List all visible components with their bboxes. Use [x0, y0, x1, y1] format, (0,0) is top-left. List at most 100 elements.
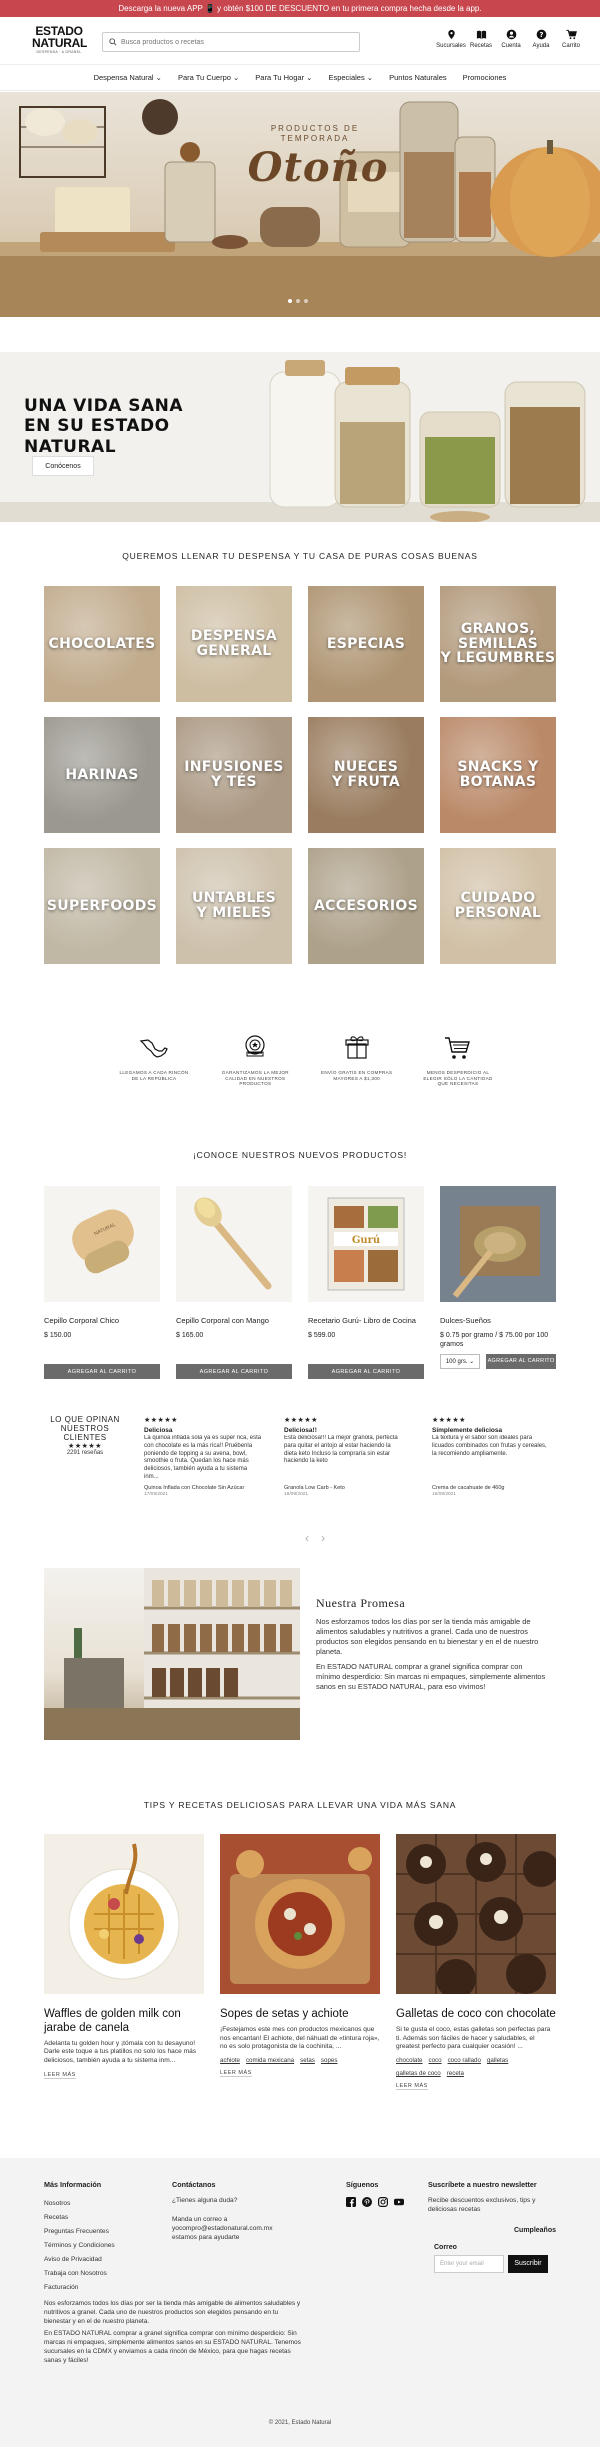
- blog-tag[interactable]: coco: [429, 2057, 442, 2064]
- product-image[interactable]: [440, 1186, 556, 1302]
- blog-tag[interactable]: galletas de coco: [396, 2070, 441, 2077]
- nav-item-despensa-natural[interactable]: Despensa Natural ⌄: [94, 73, 162, 82]
- variant-select[interactable]: 100 grs. ⌄: [440, 1354, 480, 1369]
- blog-image[interactable]: [220, 1834, 380, 1994]
- header-link-recetas[interactable]: Recetas: [470, 29, 492, 49]
- product-name[interactable]: Recetario Gurú- Libro de Cocina: [308, 1316, 424, 1332]
- category-tile-snacks[interactable]: SNACKS Y BOTANAS: [440, 717, 556, 833]
- header-link-sucursales[interactable]: Sucursales: [436, 29, 466, 49]
- nav-item-promociones[interactable]: Promociones: [463, 73, 507, 82]
- newsletter-email-input[interactable]: Enter your email: [434, 2254, 504, 2273]
- product-grid: NATURAL Cepillo Corporal Chico $ 150.00 …: [44, 1186, 556, 1379]
- product-image[interactable]: NATURAL: [44, 1186, 160, 1302]
- footer-link-trabaja[interactable]: Trabaja con Nosotros: [44, 2267, 154, 2281]
- blog-tag[interactable]: setas: [300, 2057, 315, 2064]
- blog-tag[interactable]: receta: [447, 2070, 464, 2077]
- chevron-left-icon[interactable]: ‹: [305, 1531, 309, 1545]
- product-card[interactable]: NATURAL Cepillo Corporal Chico $ 150.00 …: [44, 1186, 160, 1379]
- blog-card[interactable]: Waffles de golden milk con jarabe de can…: [44, 1834, 204, 2090]
- nav-item-para-tu-hogar[interactable]: Para Tu Hogar ⌄: [255, 73, 312, 82]
- add-to-cart-button[interactable]: AGREGAR AL CARRITO: [308, 1364, 424, 1379]
- footer-link-facturacion[interactable]: Facturación: [44, 2281, 154, 2295]
- product-name[interactable]: Cepillo Corporal Chico: [44, 1316, 160, 1332]
- blog-image[interactable]: [396, 1834, 556, 1994]
- blog-tag[interactable]: galletas: [487, 2057, 508, 2064]
- read-more-link[interactable]: LEER MÁS: [44, 2072, 76, 2079]
- add-to-cart-button[interactable]: AGREGAR AL CARRITO: [176, 1364, 292, 1379]
- blog-title[interactable]: Waffles de golden milk con jarabe de can…: [44, 2008, 204, 2036]
- category-tile-cuidado-personal[interactable]: CUIDADO PERSONAL: [440, 848, 556, 964]
- category-tile-superfoods[interactable]: SUPERFOODS: [44, 848, 160, 964]
- add-to-cart-button[interactable]: AGREGAR AL CARRITO: [486, 1354, 556, 1369]
- product-name[interactable]: Dulces-Sueños: [440, 1316, 556, 1332]
- instagram-icon[interactable]: [378, 2197, 388, 2207]
- header-icons: Sucursales Recetas Cuenta ? Ayuda Carrit…: [436, 29, 582, 49]
- blog-title[interactable]: Galletas de coco con chocolate: [396, 2008, 556, 2022]
- footer-link-terminos[interactable]: Términos y Condiciones: [44, 2239, 154, 2253]
- youtube-icon[interactable]: [394, 2197, 404, 2207]
- blog-image[interactable]: [44, 1834, 204, 1994]
- hero-slideshow[interactable]: PRODUCTOS DE TEMPORADA Otoño: [0, 92, 600, 317]
- user-icon: [506, 29, 516, 40]
- add-to-cart-button[interactable]: AGREGAR AL CARRITO: [44, 1364, 160, 1379]
- read-more-link[interactable]: LEER MÁS: [220, 2070, 252, 2077]
- subscribe-button[interactable]: Suscribir: [508, 2254, 548, 2273]
- category-tile-chocolates[interactable]: CHOCOLATES: [44, 586, 160, 702]
- chevron-right-icon[interactable]: ›: [321, 1531, 325, 1545]
- category-tile-especias[interactable]: ESPECIAS: [308, 586, 424, 702]
- blog-tag[interactable]: chocolate: [396, 2057, 423, 2064]
- blog-card[interactable]: Sopes de setas y achiote ¡Festejamos est…: [220, 1834, 380, 2090]
- nav-item-puntos-naturales[interactable]: Puntos Naturales: [389, 73, 447, 82]
- blog-tag[interactable]: comida mexicana: [246, 2057, 294, 2064]
- review-product-link[interactable]: Granola Low Carb - Keto: [284, 1485, 402, 1491]
- blog-tag[interactable]: sopes: [321, 2057, 338, 2064]
- product-card[interactable]: Cepillo Corporal con Mango $ 165.00 AGRE…: [176, 1186, 292, 1379]
- search-input[interactable]: [121, 38, 351, 46]
- product-image[interactable]: Gurú: [308, 1186, 424, 1302]
- search-bar[interactable]: [102, 32, 360, 52]
- blog-tag[interactable]: coco rallado: [448, 2057, 481, 2064]
- footer-link-faq[interactable]: Preguntas Frecuentes: [44, 2225, 154, 2239]
- footer-contact-column: Contáctanos ¿Tienes alguna duda? Manda u…: [172, 2180, 292, 2243]
- category-tile-despensa-general[interactable]: DESPENSA GENERAL: [176, 586, 292, 702]
- category-tile-untables[interactable]: UNTABLES Y MIELES: [176, 848, 292, 964]
- pantry-shelf-image: [44, 1568, 300, 1740]
- product-image[interactable]: [176, 1186, 292, 1302]
- header-link-carrito[interactable]: Carrito: [560, 29, 582, 49]
- promo-text[interactable]: Descarga la nueva APP 📱 y obtén $100 DE …: [118, 4, 481, 13]
- review-product-link[interactable]: Crema de cacahuate de 460g: [432, 1485, 550, 1491]
- hero-dot[interactable]: [288, 299, 292, 303]
- facebook-icon[interactable]: [346, 2197, 356, 2207]
- product-name[interactable]: Cepillo Corporal con Mango: [176, 1316, 292, 1332]
- product-card[interactable]: Dulces-Sueños $ 0.75 por gramo / $ 75.00…: [440, 1186, 556, 1379]
- hero-dot[interactable]: [304, 299, 308, 303]
- pinterest-icon[interactable]: [362, 2197, 372, 2207]
- blog-card[interactable]: Galletas de coco con chocolate Si te gus…: [396, 1834, 556, 2090]
- header-link-ayuda[interactable]: ? Ayuda: [530, 29, 552, 49]
- product-card[interactable]: Gurú Recetario Gurú- Libro de Cocina $ 5…: [308, 1186, 424, 1379]
- blog-title[interactable]: Sopes de setas y achiote: [220, 2008, 380, 2022]
- category-tile-accesorios[interactable]: ACCESORIOS: [308, 848, 424, 964]
- reviews-count[interactable]: 2291 reseñas: [44, 1450, 126, 1456]
- footer-newsletter-column: Suscríbete a nuestro newsletter Recibe d…: [428, 2180, 556, 2273]
- about-banner: UNA VIDA SANA EN SU ESTADO NATURAL Conóc…: [0, 352, 600, 522]
- category-tile-infusiones[interactable]: INFUSIONES Y TÉS: [176, 717, 292, 833]
- header-link-cuenta[interactable]: Cuenta: [500, 29, 522, 49]
- blog-tag[interactable]: achiote: [220, 2057, 240, 2064]
- brand-logo[interactable]: ESTADO NATURAL DESPENSA · A GRANEL: [32, 25, 87, 55]
- footer-contact-text[interactable]: Manda un correo a yocompro@estadonatural…: [172, 2216, 292, 2243]
- category-tile-nueces[interactable]: NUECES Y FRUTA: [308, 717, 424, 833]
- nav-item-especiales[interactable]: Especiales ⌄: [328, 73, 373, 82]
- location-pin-icon: [447, 29, 455, 40]
- promo-bar[interactable]: Descarga la nueva APP 📱 y obtén $100 DE …: [0, 0, 600, 17]
- about-button[interactable]: Conócenos: [32, 456, 94, 476]
- category-tile-harinas[interactable]: HARINAS: [44, 717, 160, 833]
- footer-link-nosotros[interactable]: Nosotros: [44, 2197, 154, 2211]
- read-more-link[interactable]: LEER MÁS: [396, 2083, 428, 2090]
- category-tile-granos[interactable]: GRANOS, SEMILLAS Y LEGUMBRES: [440, 586, 556, 702]
- hero-dot[interactable]: [296, 299, 300, 303]
- footer-link-privacidad[interactable]: Aviso de Privacidad: [44, 2253, 154, 2267]
- nav-item-para-tu-cuerpo[interactable]: Para Tu Cuerpo ⌄: [178, 73, 239, 82]
- review-product-link[interactable]: Quinoa Inflada con Chocolate Sin Azúcar: [144, 1485, 262, 1491]
- footer-link-recetas[interactable]: Recetas: [44, 2211, 154, 2225]
